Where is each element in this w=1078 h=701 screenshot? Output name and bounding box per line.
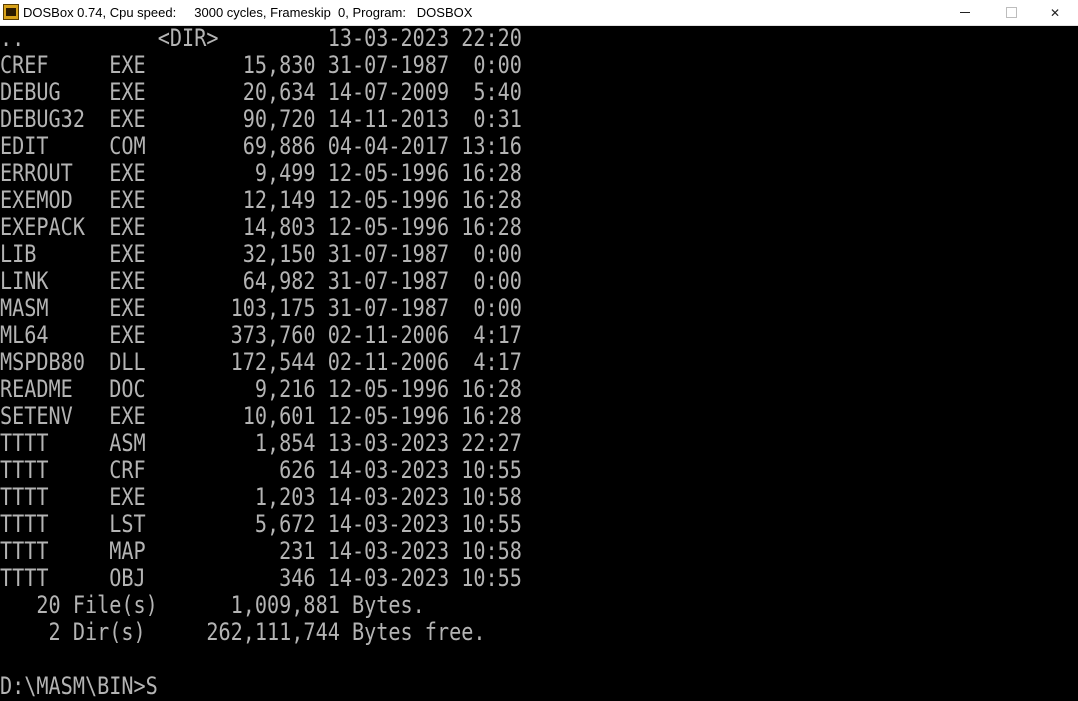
console-line: EXEMOD EXE 12,149 12-05-1996 16:28 — [0, 186, 522, 214]
console-line: MASM EXE 103,175 31-07-1987 0:00 — [0, 294, 522, 322]
console-line: CREF EXE 15,830 31-07-1987 0:00 — [0, 51, 522, 79]
command-prompt: D:\MASM\BIN>S — [0, 672, 158, 700]
console-line: 2 Dir(s) 262,111,744 Bytes free. — [0, 618, 486, 646]
maximize-icon — [1005, 7, 1017, 18]
console-line: EDIT COM 69,886 04-04-2017 13:16 — [0, 132, 522, 160]
console-line: TTTT EXE 1,203 14-03-2023 10:58 — [0, 483, 522, 511]
maximize-button[interactable] — [988, 0, 1034, 25]
console-line: TTTT MAP 231 14-03-2023 10:58 — [0, 537, 522, 565]
console-line: TTTT LST 5,672 14-03-2023 10:55 — [0, 510, 522, 538]
console-line: MSPDB80 DLL 172,544 02-11-2006 4:17 — [0, 348, 522, 376]
minimize-icon — [960, 12, 970, 13]
console-line: LIB EXE 32,150 31-07-1987 0:00 — [0, 240, 522, 268]
dos-console[interactable]: .. <DIR> 13-03-2023 22:20 CREF EXE 15,830… — [0, 26, 1078, 701]
console-line: README DOC 9,216 12-05-1996 16:28 — [0, 375, 522, 403]
console-line: TTTT CRF 626 14-03-2023 10:55 — [0, 456, 522, 484]
console-line: 20 File(s) 1,009,881 Bytes. — [0, 591, 425, 619]
dosbox-app-icon — [3, 4, 19, 20]
console-line: TTTT OBJ 346 14-03-2023 10:55 — [0, 564, 522, 592]
console-line: .. <DIR> 13-03-2023 22:20 — [0, 26, 522, 52]
window-title: DOSBox 0.74, Cpu speed: 3000 cycles, Fra… — [23, 5, 473, 20]
window-titlebar[interactable]: DOSBox 0.74, Cpu speed: 3000 cycles, Fra… — [0, 0, 1078, 26]
close-button[interactable]: ✕ — [1032, 0, 1078, 25]
console-line: DEBUG EXE 20,634 14-07-2009 5:40 — [0, 78, 522, 106]
console-line: EXEPACK EXE 14,803 12-05-1996 16:28 — [0, 213, 522, 241]
minimize-button[interactable] — [942, 0, 988, 25]
console-line: LINK EXE 64,982 31-07-1987 0:00 — [0, 267, 522, 295]
console-line: DEBUG32 EXE 90,720 14-11-2013 0:31 — [0, 105, 522, 133]
close-icon: ✕ — [1049, 5, 1061, 20]
console-line: ERROUT EXE 9,499 12-05-1996 16:28 — [0, 159, 522, 187]
console-line: SETENV EXE 10,601 12-05-1996 16:28 — [0, 402, 522, 430]
console-line: ML64 EXE 373,760 02-11-2006 4:17 — [0, 321, 522, 349]
console-line: TTTT ASM 1,854 13-03-2023 22:27 — [0, 429, 522, 457]
